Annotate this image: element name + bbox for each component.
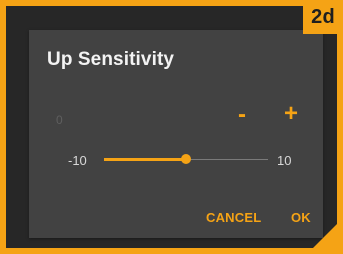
current-value-readout: 0 (56, 113, 63, 127)
slider-max-label: 10 (277, 153, 292, 168)
dialog-title: Up Sensitivity (47, 49, 175, 70)
increment-button[interactable]: + (284, 102, 298, 126)
slider-min-label: -10 (68, 153, 87, 168)
slider-fill (104, 158, 186, 161)
sensitivity-dialog: Up Sensitivity 0 - + -10 10 CANCEL OK (29, 30, 323, 238)
cancel-button[interactable]: CANCEL (206, 210, 261, 225)
decrement-button[interactable]: - (238, 103, 246, 127)
device-frame: Up Sensitivity 0 - + -10 10 CANCEL OK 2d (0, 0, 343, 254)
screen: Up Sensitivity 0 - + -10 10 CANCEL OK (6, 6, 337, 248)
corner-accent (313, 224, 337, 248)
sensitivity-slider[interactable] (104, 151, 268, 169)
step-badge: 2d (303, 0, 343, 34)
slider-thumb[interactable] (181, 154, 191, 164)
ok-button[interactable]: OK (291, 210, 311, 225)
